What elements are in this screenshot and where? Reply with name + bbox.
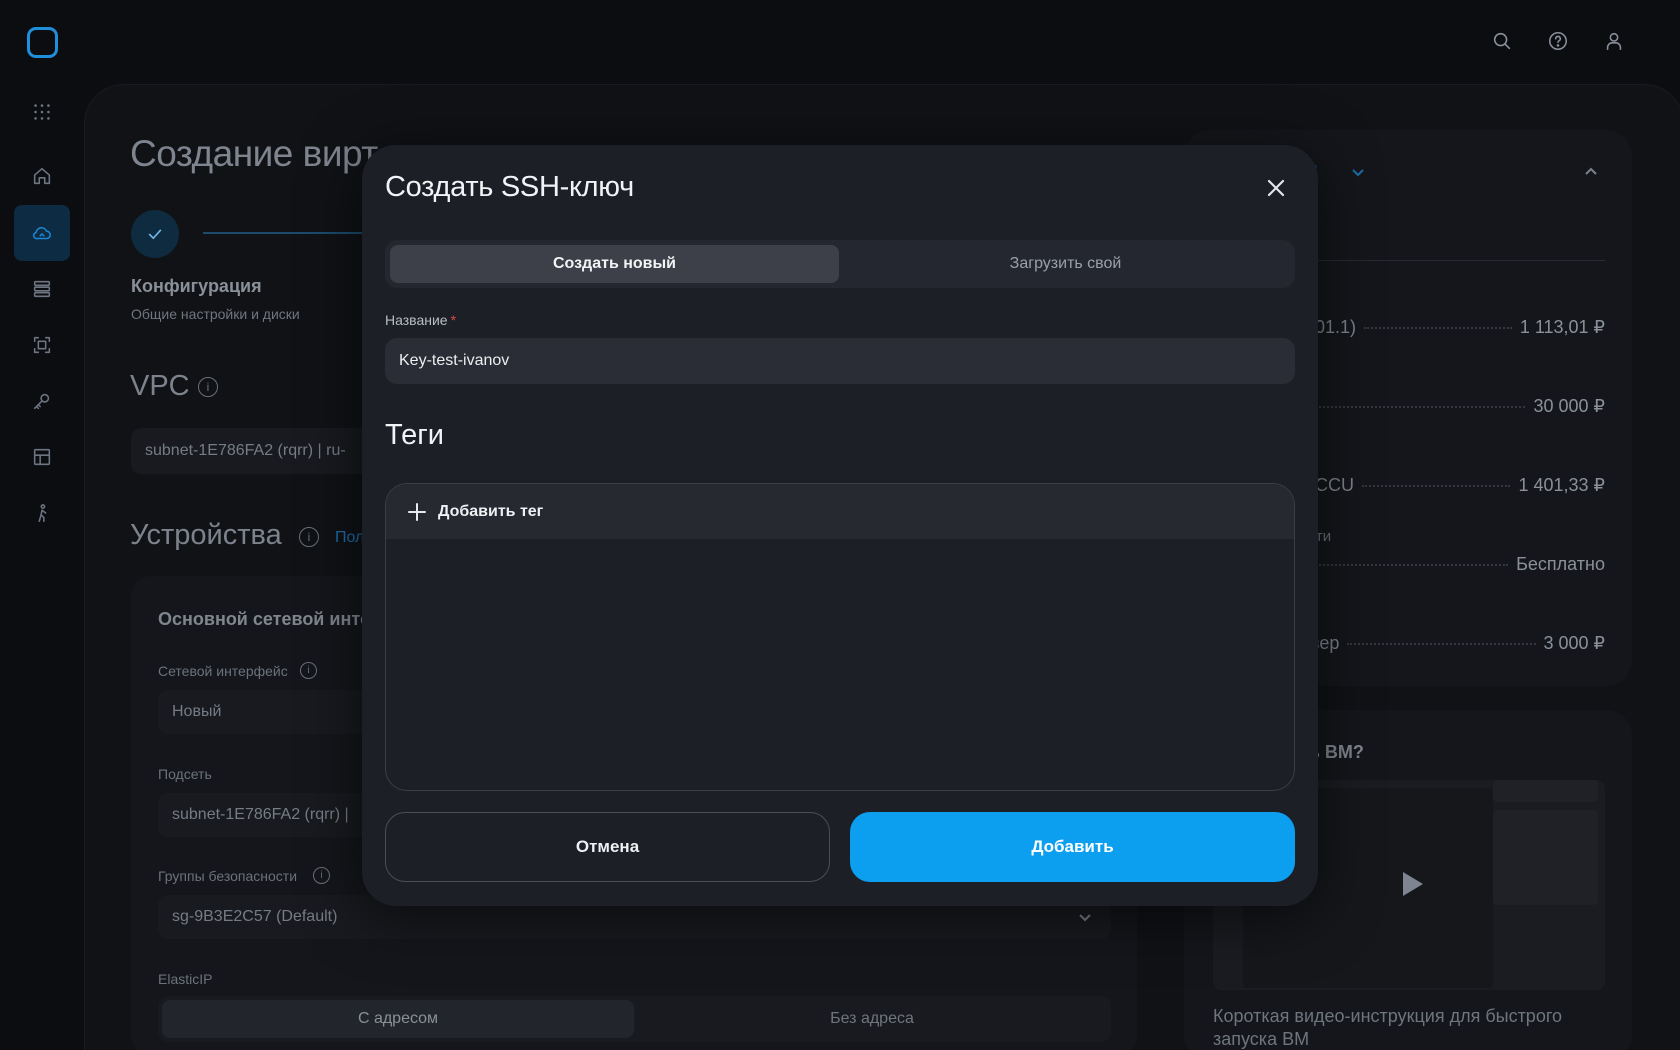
info-icon[interactable]: i xyxy=(300,662,317,679)
name-label: Название * xyxy=(385,312,457,328)
check-icon xyxy=(148,229,162,240)
subnet-label: Подсеть xyxy=(158,766,212,782)
add-tag-button[interactable]: Добавить тег xyxy=(386,484,1294,539)
ssh-key-mode-tabs: Создать новый Загрузить свой xyxy=(385,240,1295,288)
key-icon[interactable] xyxy=(14,373,70,429)
elastic-ip-toggle: С адресом Без адреса xyxy=(158,996,1111,1042)
key-name-input[interactable] xyxy=(385,338,1295,384)
summary-divider xyxy=(1300,260,1605,261)
summary-row: 30 000 ₽ xyxy=(1300,396,1605,422)
net-interface-select[interactable]: Новый xyxy=(158,690,368,734)
tags-container: Добавить тег xyxy=(385,483,1295,791)
info-icon[interactable]: i xyxy=(198,377,218,397)
frame-icon[interactable] xyxy=(14,317,70,373)
devices-heading: Устройства xyxy=(130,519,282,551)
step-done-indicator xyxy=(131,210,179,258)
tab-upload-own[interactable]: Загрузить свой xyxy=(841,245,1290,283)
chevron-down-icon[interactable] xyxy=(1350,164,1366,180)
devices-link[interactable]: Пол xyxy=(335,529,364,547)
card-title: Основной сетевой инте xyxy=(158,609,371,629)
app-logo[interactable] xyxy=(27,27,58,58)
security-groups-label: Группы безопасности xyxy=(158,868,298,884)
step-connector xyxy=(203,232,373,234)
person-icon[interactable] xyxy=(14,485,70,541)
info-icon[interactable]: i xyxy=(299,527,319,547)
step-subtitle: Общие настройки и диски xyxy=(131,306,300,322)
create-ssh-key-dialog: Создать SSH-ключ Создать новый Загрузить… xyxy=(362,145,1318,906)
required-mark: * xyxy=(450,312,457,328)
plus-icon xyxy=(408,502,426,521)
step-label: Конфигурация xyxy=(131,276,262,296)
user-icon[interactable] xyxy=(1600,27,1628,55)
search-icon[interactable] xyxy=(1488,27,1516,55)
tags-heading: Теги xyxy=(385,419,444,451)
elastic-ip-label: ElasticIP xyxy=(158,971,213,987)
chevron-up-icon[interactable] xyxy=(1583,164,1599,180)
vpc-subnet-field[interactable]: subnet-1E786FA2 (rqrr) | ru- xyxy=(131,428,371,474)
apps-grid-icon[interactable] xyxy=(14,84,70,140)
tab-create-new[interactable]: Создать новый xyxy=(390,245,839,283)
home-icon[interactable] xyxy=(14,148,70,204)
add-button[interactable]: Добавить xyxy=(850,812,1295,882)
video-caption: Короткая видео-инструкция для быстрого з… xyxy=(1213,1006,1563,1049)
summary-row: 3 CCU 1 401,33 ₽ xyxy=(1300,475,1605,495)
page-title: Создание вирт xyxy=(130,133,378,174)
summary-row: Бесплатно xyxy=(1300,554,1605,580)
subnet-select[interactable]: subnet-1E786FA2 (rqrr) | xyxy=(158,793,368,837)
elastic-ip-with-address[interactable]: С адресом xyxy=(162,1000,634,1038)
help-icon[interactable] xyxy=(1544,27,1572,55)
elastic-ip-without-address[interactable]: Без адреса xyxy=(636,1000,1108,1038)
vpc-heading: VPC xyxy=(130,370,190,402)
cloud-icon[interactable] xyxy=(14,205,70,261)
net-interface-label: Сетевой интерфейс xyxy=(158,663,288,679)
close-icon[interactable] xyxy=(1263,175,1289,201)
cancel-button[interactable]: Отмена xyxy=(385,812,830,882)
summary-row: 2.01.1) 1 113,01 ₽ xyxy=(1300,317,1605,337)
storage-icon[interactable] xyxy=(14,261,70,317)
summary-row: овер 3 000 ₽ xyxy=(1300,633,1605,653)
play-icon[interactable] xyxy=(1403,872,1423,896)
layout-icon[interactable] xyxy=(14,429,70,485)
chevron-down-icon[interactable] xyxy=(1077,909,1093,925)
add-tag-label: Добавить тег xyxy=(438,502,544,520)
dialog-title: Создать SSH-ключ xyxy=(385,171,634,203)
info-icon[interactable]: i xyxy=(313,867,330,884)
